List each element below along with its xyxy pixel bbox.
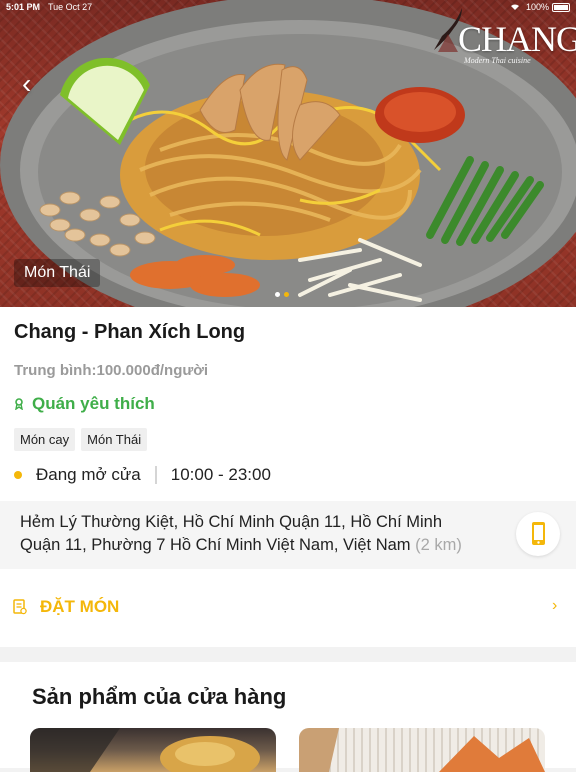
carousel-dots[interactable] xyxy=(275,292,289,297)
store-name: Chang - Phan Xích Long xyxy=(14,321,246,343)
carousel-dot[interactable] xyxy=(275,292,280,297)
order-icon xyxy=(13,599,27,615)
open-status-dot xyxy=(14,471,22,479)
product-card[interactable] xyxy=(299,728,545,772)
chevron-right-icon: › xyxy=(552,597,558,614)
open-status: Đang mở cửa xyxy=(36,465,141,484)
product-image xyxy=(299,728,545,772)
brand-tagline: Modern Thai cuisine xyxy=(464,56,531,65)
carousel-dot-active[interactable] xyxy=(284,292,289,297)
brand-name: CHANG xyxy=(458,19,576,59)
brand-logo: CHANG Modern Thai cuisine xyxy=(428,6,576,68)
products-title: Sản phẩm của cửa hàng xyxy=(32,684,287,709)
category-badge: Món Thái xyxy=(14,259,101,287)
back-chevron-icon[interactable]: ‹ xyxy=(22,70,31,98)
divider xyxy=(154,466,157,484)
store-info-card: Chang - Phan Xích Long Trung bình:100.00… xyxy=(0,307,576,647)
address-row[interactable]: Hẻm Lý Thường Kiệt, Hồ Chí Minh Quận 11,… xyxy=(0,501,576,569)
order-button[interactable]: ĐẶT MÓN › xyxy=(0,585,576,631)
address-text: Hẻm Lý Thường Kiệt, Hồ Chí Minh Quận 11,… xyxy=(20,511,500,557)
status-date: Tue Oct 27 xyxy=(48,2,93,12)
favorite-label: Quán yêu thích xyxy=(32,394,155,413)
products-section: Sản phẩm của cửa hàng xyxy=(0,662,576,772)
tag-chip: Món cay xyxy=(14,428,76,451)
phone-icon xyxy=(532,522,545,545)
hero-image: 5:01 PM Tue Oct 27 100% ‹ CHANG Modern T… xyxy=(0,0,576,307)
address-line-1: Hẻm Lý Thường Kiệt, Hồ Chí Minh Quận 11,… xyxy=(20,513,443,531)
product-card[interactable] xyxy=(30,728,276,772)
ribbon-icon xyxy=(15,398,23,410)
tag-chip: Món Thái xyxy=(81,428,148,451)
call-button[interactable] xyxy=(516,512,560,556)
address-line-2: Quận 11, Phường 7 Hồ Chí Minh Việt Nam, … xyxy=(20,536,411,554)
order-label: ĐẶT MÓN xyxy=(40,597,120,616)
product-image xyxy=(30,728,260,772)
tag-list: Món cay Món Thái xyxy=(14,428,148,451)
average-price: Trung bình:100.000đ/người xyxy=(14,362,209,379)
favorite-badge: Quán yêu thích xyxy=(14,394,155,414)
distance: (2 km) xyxy=(415,536,462,554)
hours-range: 10:00 - 23:00 xyxy=(170,465,271,484)
opening-hours: Đang mở cửa 10:00 - 23:00 xyxy=(14,465,271,485)
status-time: 5:01 PM xyxy=(6,2,41,12)
